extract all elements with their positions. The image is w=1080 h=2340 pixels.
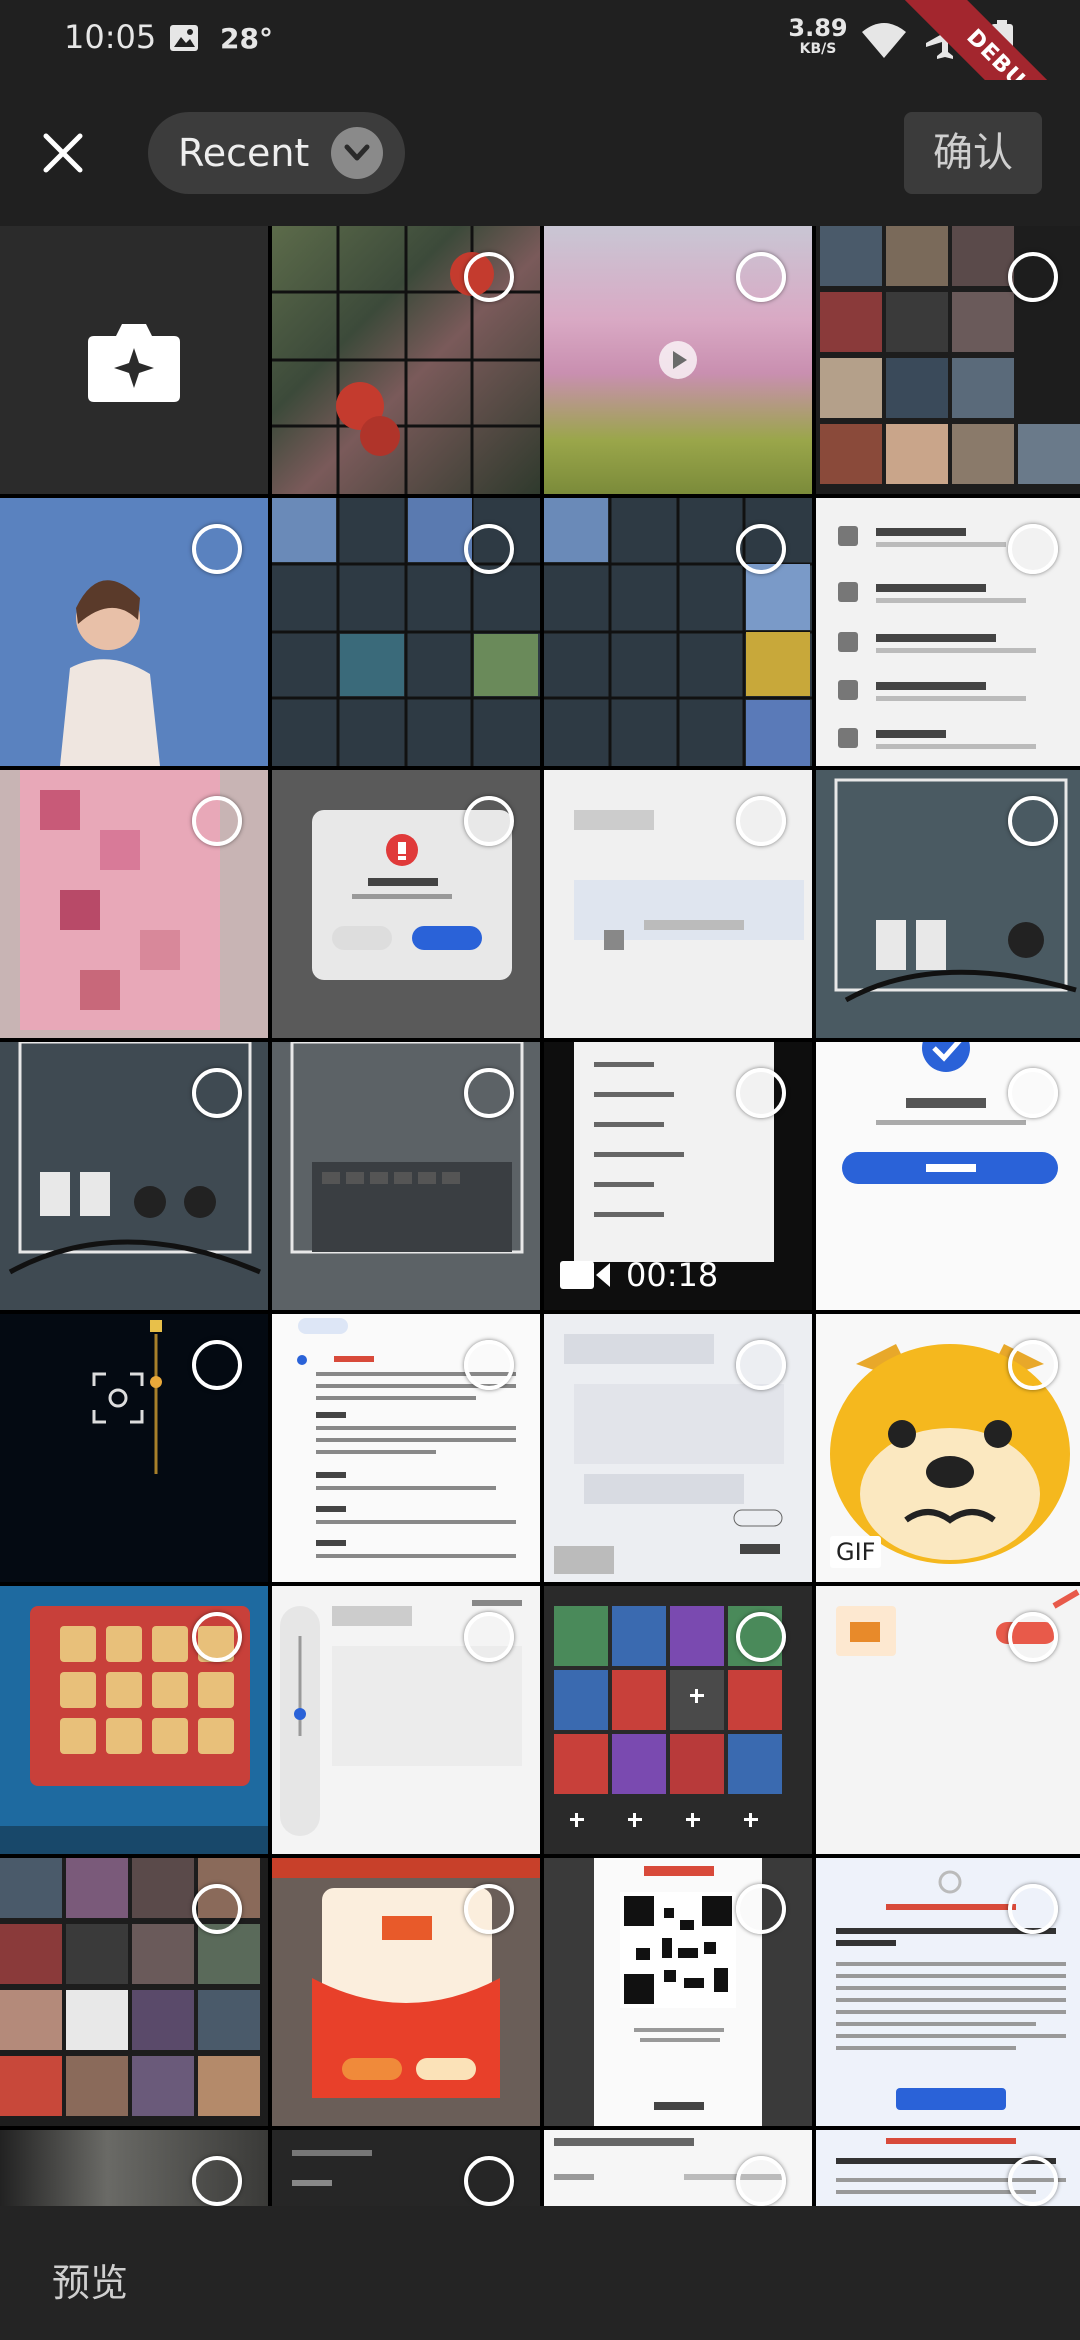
selection-indicator[interactable] <box>736 1340 786 1390</box>
status-time: 10:05 <box>64 18 157 56</box>
screenshot-thumbnail[interactable] <box>0 1858 268 2126</box>
selection-indicator[interactable] <box>736 796 786 846</box>
gif-thumbnail[interactable]: GIF <box>816 1314 1080 1582</box>
selection-indicator[interactable] <box>464 524 514 574</box>
selection-indicator[interactable] <box>464 796 514 846</box>
confirm-button[interactable]: 确认 <box>904 112 1042 194</box>
screenshot-thumbnail[interactable] <box>272 1586 540 1854</box>
close-icon[interactable] <box>30 120 96 186</box>
video-duration-badge: 00:18 <box>560 1256 718 1294</box>
selection-indicator[interactable] <box>736 252 786 302</box>
wifi-icon <box>862 23 906 58</box>
photo-thumbnail[interactable] <box>272 1042 540 1310</box>
screenshot-thumbnail[interactable] <box>0 1314 268 1582</box>
screenshot-thumbnail[interactable] <box>816 226 1080 494</box>
screenshot-thumbnail[interactable] <box>544 1858 812 2126</box>
camera-tile[interactable] <box>0 226 268 494</box>
selection-indicator[interactable] <box>464 1884 514 1934</box>
selection-indicator[interactable] <box>1008 524 1058 574</box>
network-speed-value: 3.89 <box>788 14 848 42</box>
selection-indicator[interactable] <box>1008 796 1058 846</box>
screenshot-thumbnail[interactable] <box>272 1314 540 1582</box>
photo-thumbnail[interactable] <box>0 1586 268 1854</box>
screenshot-thumbnail[interactable] <box>272 770 540 1038</box>
gif-badge: GIF <box>830 1536 882 1568</box>
screenshot-thumbnail[interactable] <box>816 498 1080 766</box>
selection-indicator[interactable] <box>192 796 242 846</box>
selection-indicator[interactable] <box>192 524 242 574</box>
screenshot-thumbnail[interactable] <box>544 1586 812 1854</box>
network-speed: 3.89 KB/S <box>788 16 848 56</box>
video-duration: 00:18 <box>626 1256 719 1294</box>
screenshot-thumbnail[interactable] <box>544 770 812 1038</box>
selection-indicator[interactable] <box>1008 1612 1058 1662</box>
status-temperature: 28° <box>220 22 273 55</box>
selection-indicator[interactable] <box>736 1068 786 1118</box>
selection-indicator[interactable] <box>192 2156 242 2206</box>
selection-indicator[interactable] <box>464 252 514 302</box>
selection-indicator[interactable] <box>736 524 786 574</box>
selection-indicator[interactable] <box>1008 252 1058 302</box>
screenshot-thumbnail[interactable] <box>544 498 812 766</box>
photo-thumbnail[interactable] <box>0 1042 268 1310</box>
photo-thumbnail[interactable] <box>0 770 268 1038</box>
camera-icon <box>88 324 180 402</box>
chevron-down-icon <box>331 127 384 179</box>
album-label: Recent <box>178 131 310 175</box>
album-selector[interactable]: Recent <box>148 112 406 194</box>
selection-indicator[interactable] <box>736 2156 786 2206</box>
selection-indicator[interactable] <box>1008 2156 1058 2206</box>
picker-top-bar: Recent 确认 <box>0 80 1080 226</box>
selection-indicator[interactable] <box>192 1068 242 1118</box>
selection-indicator[interactable] <box>736 1884 786 1934</box>
selection-indicator[interactable] <box>464 1068 514 1118</box>
selection-indicator[interactable] <box>464 2156 514 2206</box>
screenshot-thumbnail[interactable] <box>272 1858 540 2126</box>
picker-bottom-bar: 预览 <box>0 2206 1080 2340</box>
selection-indicator[interactable] <box>192 1884 242 1934</box>
photo-thumbnail[interactable] <box>816 770 1080 1038</box>
asset-grid: 00:18 GIF <box>0 226 1080 2226</box>
selection-indicator[interactable] <box>1008 1340 1058 1390</box>
screenshot-thumbnail[interactable] <box>272 498 540 766</box>
selection-indicator[interactable] <box>192 1612 242 1662</box>
selection-indicator[interactable] <box>192 1340 242 1390</box>
video-thumbnail[interactable] <box>544 226 812 494</box>
photo-thumbnail[interactable] <box>272 226 540 494</box>
photo-thumbnail[interactable] <box>0 498 268 766</box>
preview-button[interactable]: 预览 <box>52 2252 128 2307</box>
selection-indicator[interactable] <box>464 1612 514 1662</box>
image-notification-icon <box>170 25 198 51</box>
network-speed-unit: KB/S <box>799 41 837 57</box>
selection-indicator[interactable] <box>1008 1884 1058 1934</box>
selection-indicator[interactable] <box>1008 1068 1058 1118</box>
screenshot-thumbnail[interactable] <box>816 1586 1080 1854</box>
screenshot-thumbnail[interactable] <box>816 1858 1080 2126</box>
play-icon <box>659 341 697 379</box>
screenshot-thumbnail[interactable] <box>816 1042 1080 1310</box>
screenshot-thumbnail[interactable] <box>544 1314 812 1582</box>
video-thumbnail[interactable]: 00:18 <box>544 1042 812 1310</box>
video-camera-icon <box>560 1261 610 1289</box>
selection-indicator[interactable] <box>736 1612 786 1662</box>
selection-indicator[interactable] <box>464 1340 514 1390</box>
